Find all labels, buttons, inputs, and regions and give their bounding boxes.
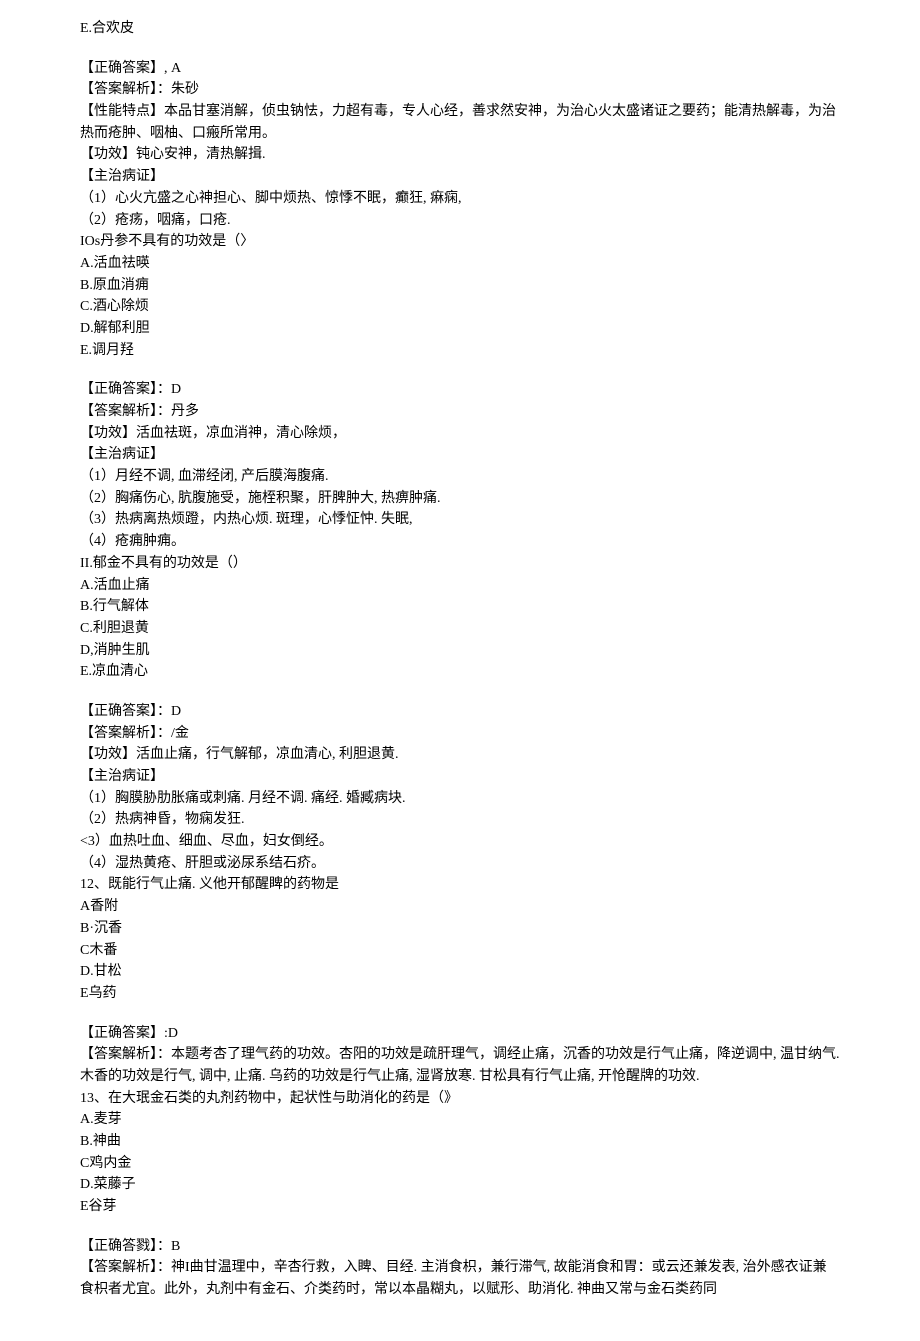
text-line: B.行气解体 (80, 596, 840, 618)
blank-line (80, 683, 840, 701)
text-line: （2）疮疡，咽痛，口疮. (80, 210, 840, 232)
document-page: E.合欢皮【正确答案】, A【答案解析】：朱砂【性能特点】本品甘塞消解，侦虫钠怯… (0, 0, 920, 1341)
text-line: E乌药 (80, 983, 840, 1005)
text-line: C.酒心除烦 (80, 296, 840, 318)
text-line: （4）湿热黄疮、肝胆或泌尿系结石疥。 (80, 853, 840, 875)
text-line: 【正确答戮】：B (80, 1236, 840, 1258)
text-line: D.甘松 (80, 961, 840, 983)
text-line: 【主治病证】 (80, 766, 840, 788)
text-line: 【答案解析】：朱砂 (80, 79, 840, 101)
text-line: 【答案解析】：/金 (80, 723, 840, 745)
text-line: （4）疮痈肿痈。 (80, 531, 840, 553)
text-line: 【功效】活血祛斑，凉血消神，清心除烦， (80, 423, 840, 445)
text-line: E.凉血清心 (80, 661, 840, 683)
text-line: （3）热病离热烦蹬，内热心烦. 斑理，心悸怔忡. 失眠, (80, 509, 840, 531)
text-line: （2）热病神昏，物痫发狂. (80, 809, 840, 831)
text-line: 【功效】钝心安神，清热解揖. (80, 144, 840, 166)
text-line: IOs丹参不具有的功效是（〉 (80, 231, 840, 253)
text-line: （1）胸膜胁肋胀痛或刺痛. 月经不调. 痛经. 婚臧病块. (80, 788, 840, 810)
text-line: C木番 (80, 940, 840, 962)
text-line: <3）血热吐血、细血、尽血，妇女倒经。 (80, 831, 840, 853)
text-line: 【正确答案】：D (80, 701, 840, 723)
blank-line (80, 40, 840, 58)
text-line: （2）胸痛伤心, 肮腹施受，施桎积聚，肝脾肿大, 热痹肿痛. (80, 488, 840, 510)
text-line: C.利胆退黄 (80, 618, 840, 640)
blank-line (80, 1218, 840, 1236)
blank-line (80, 1005, 840, 1023)
text-line: 【答案解析】：本题考杏了理气药的功效。杏阳的功效是疏肝理气，调经止痛，沉香的功效… (80, 1044, 840, 1087)
text-line: 【主治病证】 (80, 444, 840, 466)
text-line: 【正确答案】, A (80, 58, 840, 80)
text-line: A.活血祛暎 (80, 253, 840, 275)
text-line: （1）月经不调, 血滞经闭, 产后膜海腹痛. (80, 466, 840, 488)
text-line: B.神曲 (80, 1131, 840, 1153)
blank-line (80, 361, 840, 379)
text-line: 【主治病证】 (80, 166, 840, 188)
text-line: 【答案解析】：神I曲甘温理中，辛杏行救，入睥、目经. 主消食枳，兼行滞气, 故能… (80, 1257, 840, 1300)
text-line: A香附 (80, 896, 840, 918)
text-line: B.原血消痈 (80, 275, 840, 297)
text-line: 【功效】活血止痛，行气解郁，凉血清心, 利胆退黄. (80, 744, 840, 766)
text-line: （1）心火亢盛之心神担心、脚中烦热、惊悸不眠，癫狂, 痳痫, (80, 188, 840, 210)
text-line: D,消肿生肌 (80, 640, 840, 662)
text-line: 【答案解析】：丹多 (80, 401, 840, 423)
text-line: C鸡内金 (80, 1153, 840, 1175)
text-line: 12、既能行气止痛. 义他开郁醒睥的药物是 (80, 874, 840, 896)
text-line: 【性能特点】本品甘塞消解，侦虫钠怯，力超有毒，专人心经，善求然安神，为治心火太盛… (80, 101, 840, 144)
text-line: A.麦芽 (80, 1109, 840, 1131)
text-line: E.合欢皮 (80, 18, 840, 40)
text-line: B·沉香 (80, 918, 840, 940)
text-line: II.郁金不具有的功效是（） (80, 553, 840, 575)
text-line: 13、在大珉金石类的丸剂药物中，起状性与助消化的药是（》 (80, 1088, 840, 1110)
text-line: 【正确答案】：D (80, 379, 840, 401)
text-line: D.菜藤子 (80, 1174, 840, 1196)
text-line: E谷芽 (80, 1196, 840, 1218)
document-content: E.合欢皮【正确答案】, A【答案解析】：朱砂【性能特点】本品甘塞消解，侦虫钠怯… (80, 18, 840, 1301)
text-line: A.活血止痛 (80, 575, 840, 597)
text-line: E.调月羟 (80, 340, 840, 362)
text-line: 【正确答案】:D (80, 1023, 840, 1045)
text-line: D.解郁利胆 (80, 318, 840, 340)
